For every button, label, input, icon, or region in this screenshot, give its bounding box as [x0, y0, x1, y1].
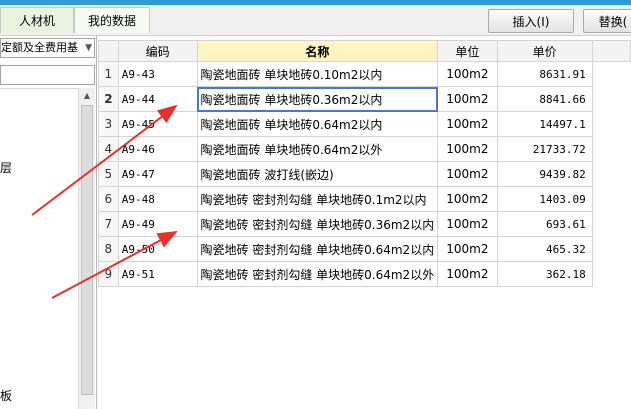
- unit-cell[interactable]: 100m2: [437, 186, 498, 212]
- code-cell[interactable]: A9-45: [117, 111, 198, 137]
- price-cell[interactable]: 693.61: [496, 211, 593, 237]
- name-column-header[interactable]: 名称: [196, 40, 439, 62]
- name-cell[interactable]: 陶瓷地面砖 波打线(嵌边): [196, 161, 439, 187]
- price-cell[interactable]: 21733.72: [496, 136, 593, 162]
- row-filler: [592, 86, 631, 112]
- row-filler: [592, 186, 631, 212]
- unit-cell[interactable]: 100m2: [437, 136, 498, 162]
- code-cell[interactable]: A9-47: [117, 161, 198, 187]
- code-cell[interactable]: A9-50: [117, 236, 198, 262]
- row-filler: [592, 136, 631, 162]
- row-filler: [592, 111, 631, 137]
- quota-library-dropdown[interactable]: 定额及全费用基 ▼: [0, 38, 95, 58]
- name-cell[interactable]: 陶瓷地砖 密封剂勾缝 单块地砖0.1m2以内: [196, 186, 439, 212]
- left-panel: 定额及全费用基 ▼ 层 板 ▲: [0, 36, 97, 409]
- quota-table: 编码 名称 单位 单价 1 A9-43 陶瓷地面砖 单块地砖0.10m2以内 100m…: [98, 40, 631, 287]
- row-filler: [592, 211, 631, 237]
- row-filler: [592, 61, 631, 87]
- code-column-header[interactable]: 编码: [117, 40, 198, 62]
- table-row[interactable]: 6 A9-48 陶瓷地砖 密封剂勾缝 单块地砖0.1m2以内 100m2 1403.09: [98, 186, 631, 212]
- header-filler: [591, 40, 631, 62]
- chevron-down-icon: ▼: [85, 43, 92, 53]
- price-column-header[interactable]: 单价: [496, 40, 593, 62]
- code-cell[interactable]: A9-43: [117, 61, 198, 87]
- code-cell[interactable]: A9-49: [117, 211, 198, 237]
- name-cell[interactable]: 陶瓷地砖 密封剂勾缝 单块地砖0.64m2以内: [196, 236, 439, 262]
- row-filler: [592, 161, 631, 187]
- table-row[interactable]: 9 A9-51 陶瓷地砖 密封剂勾缝 单块地砖0.64m2以外 100m2 362.18: [98, 261, 631, 287]
- unit-cell[interactable]: 100m2: [437, 261, 498, 287]
- row-filler: [592, 236, 631, 262]
- scrollbar-thumb[interactable]: [81, 105, 93, 395]
- row-number-header: [98, 40, 119, 62]
- category-tree[interactable]: 层 板: [0, 88, 78, 409]
- price-cell[interactable]: 8841.66: [496, 86, 593, 112]
- name-cell[interactable]: 陶瓷地面砖 单块地砖0.64m2以内: [196, 111, 439, 137]
- table-row[interactable]: 3 A9-45 陶瓷地面砖 单块地砖0.64m2以内 100m2 14497.1: [98, 111, 631, 137]
- code-cell[interactable]: A9-51: [117, 261, 198, 287]
- unit-column-header[interactable]: 单位: [437, 40, 498, 62]
- quota-library-value: 定额及全费用基: [1, 41, 78, 54]
- tab-my-data[interactable]: 我的数据: [74, 7, 150, 33]
- table-row[interactable]: 7 A9-49 陶瓷地砖 密封剂勾缝 单块地砖0.36m2以内 100m2 693.61: [98, 211, 631, 237]
- row-number-cell[interactable]: 1: [98, 61, 119, 87]
- tree-scrollbar[interactable]: ▲: [78, 88, 95, 409]
- unit-cell[interactable]: 100m2: [437, 161, 498, 187]
- row-number-cell[interactable]: 6: [98, 186, 119, 212]
- tree-item-fragment[interactable]: 板: [0, 387, 12, 404]
- row-number-cell[interactable]: 3: [98, 111, 119, 137]
- insert-button[interactable]: 插入(I): [488, 9, 574, 33]
- name-cell[interactable]: 陶瓷地面砖 单块地砖0.64m2以外: [196, 136, 439, 162]
- row-number-cell[interactable]: 7: [98, 211, 119, 237]
- unit-cell[interactable]: 100m2: [437, 86, 498, 112]
- price-cell[interactable]: 362.18: [496, 261, 593, 287]
- replace-button[interactable]: 替换(: [583, 9, 631, 33]
- price-cell[interactable]: 465.32: [496, 236, 593, 262]
- unit-cell[interactable]: 100m2: [437, 61, 498, 87]
- unit-cell[interactable]: 100m2: [437, 236, 498, 262]
- price-cell[interactable]: 1403.09: [496, 186, 593, 212]
- tree-item-fragment[interactable]: 层: [0, 159, 12, 176]
- name-cell[interactable]: 陶瓷地砖 密封剂勾缝 单块地砖0.36m2以内: [196, 211, 439, 237]
- row-number-cell[interactable]: 5: [98, 161, 119, 187]
- search-input[interactable]: [0, 65, 95, 85]
- unit-cell[interactable]: 100m2: [437, 111, 498, 137]
- row-number-cell[interactable]: 2: [98, 86, 119, 112]
- table-header-row: 编码 名称 单位 单价: [98, 40, 631, 62]
- price-cell[interactable]: 14497.1: [496, 111, 593, 137]
- code-cell[interactable]: A9-46: [117, 136, 198, 162]
- code-cell[interactable]: A9-44: [117, 86, 198, 112]
- price-cell[interactable]: 8631.91: [496, 61, 593, 87]
- name-cell[interactable]: 陶瓷地面砖 单块地砖0.10m2以内: [196, 61, 439, 87]
- unit-cell[interactable]: 100m2: [437, 211, 498, 237]
- table-row[interactable]: 1 A9-43 陶瓷地面砖 单块地砖0.10m2以内 100m2 8631.91: [98, 61, 631, 87]
- table-row[interactable]: 4 A9-46 陶瓷地面砖 单块地砖0.64m2以外 100m2 21733.72: [98, 136, 631, 162]
- table-row[interactable]: 5 A9-47 陶瓷地面砖 波打线(嵌边) 100m2 9439.82: [98, 161, 631, 187]
- tab-materials[interactable]: 人材机: [0, 7, 74, 33]
- name-cell[interactable]: 陶瓷地砖 密封剂勾缝 单块地砖0.64m2以外: [196, 261, 439, 287]
- price-cell[interactable]: 9439.82: [496, 161, 593, 187]
- row-number-cell[interactable]: 9: [98, 261, 119, 287]
- row-number-cell[interactable]: 4: [98, 136, 119, 162]
- name-cell[interactable]: 陶瓷地面砖 单块地砖0.36m2以内: [196, 86, 439, 112]
- row-number-cell[interactable]: 8: [98, 236, 119, 262]
- code-cell[interactable]: A9-48: [117, 186, 198, 212]
- row-filler: [592, 261, 631, 287]
- table-row[interactable]: 2 A9-44 陶瓷地面砖 单块地砖0.36m2以内 100m2 8841.66: [98, 86, 631, 112]
- table-row[interactable]: 8 A9-50 陶瓷地砖 密封剂勾缝 单块地砖0.64m2以内 100m2 465.32: [98, 236, 631, 262]
- toolbar: 人材机 我的数据 插入(I) 替换(: [0, 5, 631, 36]
- scroll-up-icon[interactable]: ▲: [79, 88, 95, 104]
